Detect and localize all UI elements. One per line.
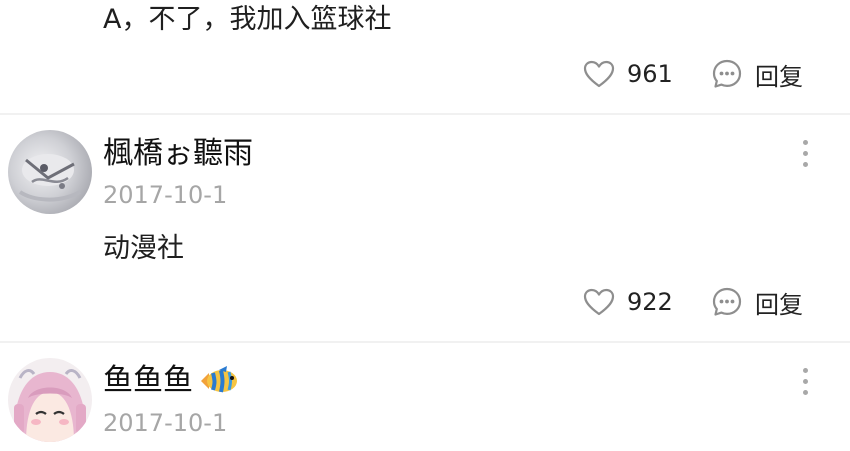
grey-anime-character-avatar-icon xyxy=(18,154,81,202)
tropical-fish-icon xyxy=(199,365,241,397)
reply-button[interactable]: 回复 xyxy=(711,54,803,94)
username[interactable]: 鱼鱼鱼 xyxy=(103,361,193,401)
avatar[interactable] xyxy=(8,358,92,442)
pink-haired-anime-girl-avatar-icon xyxy=(13,369,87,442)
username-row[interactable]: 鱼鱼鱼 xyxy=(103,361,241,401)
comment-actions: 922 回复 xyxy=(0,282,850,322)
reply-label: 回复 xyxy=(755,290,803,319)
comment-text: A，不了，我加入篮球社 xyxy=(103,4,392,35)
heart-icon xyxy=(583,288,615,316)
comment-date: 2017-10-1 xyxy=(103,409,228,437)
like-button[interactable]: 961 xyxy=(583,54,673,94)
more-options-icon[interactable] xyxy=(795,362,815,402)
like-count: 961 xyxy=(627,60,673,88)
comment-text: 动漫社 xyxy=(103,233,184,264)
reply-button[interactable]: 回复 xyxy=(711,282,803,322)
heart-icon xyxy=(583,60,615,88)
reply-label: 回复 xyxy=(755,62,803,91)
chat-bubble-icon xyxy=(711,58,743,90)
more-options-icon[interactable] xyxy=(795,134,815,174)
divider xyxy=(0,113,850,115)
like-button[interactable]: 922 xyxy=(583,282,673,322)
comment-date: 2017-10-1 xyxy=(103,181,228,209)
username[interactable]: 楓橋ぉ聽雨 xyxy=(103,134,253,174)
like-count: 922 xyxy=(627,288,673,316)
divider xyxy=(0,341,850,343)
chat-bubble-icon xyxy=(711,286,743,318)
comment-actions: 961 回复 xyxy=(0,54,850,94)
avatar[interactable] xyxy=(8,130,92,214)
